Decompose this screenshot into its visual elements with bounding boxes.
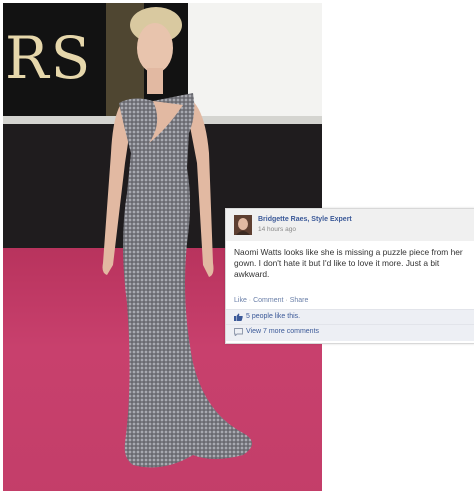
likes-row[interactable]: 5 people like this.	[226, 309, 474, 324]
comment-bubble-icon	[234, 328, 243, 336]
post-body: Naomi Watts looks like she is missing a …	[234, 247, 463, 279]
action-separator: ·	[285, 297, 288, 304]
action-separator: ·	[248, 297, 252, 304]
avatar-icon	[234, 215, 252, 235]
share-link[interactable]: Share	[290, 297, 309, 304]
likes-count-text[interactable]: 5 people like this.	[246, 313, 300, 320]
like-link[interactable]: Like	[234, 297, 247, 304]
backdrop-lettering: RS	[5, 24, 93, 92]
post-header: Bridgette Raes, Style Expert 14 hours ag…	[226, 209, 474, 241]
author-name[interactable]: Bridgette Raes, Style Expert	[258, 216, 352, 223]
post-timestamp[interactable]: 14 hours ago	[258, 226, 296, 233]
view-more-comments-link[interactable]: View 7 more comments	[246, 328, 319, 335]
post-actions: Like · Comment · Share	[234, 297, 308, 304]
avatar[interactable]	[234, 215, 252, 235]
comment-link[interactable]: Comment	[253, 297, 283, 304]
thumbs-up-icon	[234, 313, 243, 321]
facebook-comment-card: Bridgette Raes, Style Expert 14 hours ag…	[225, 208, 474, 344]
comments-row[interactable]: View 7 more comments	[226, 324, 474, 341]
